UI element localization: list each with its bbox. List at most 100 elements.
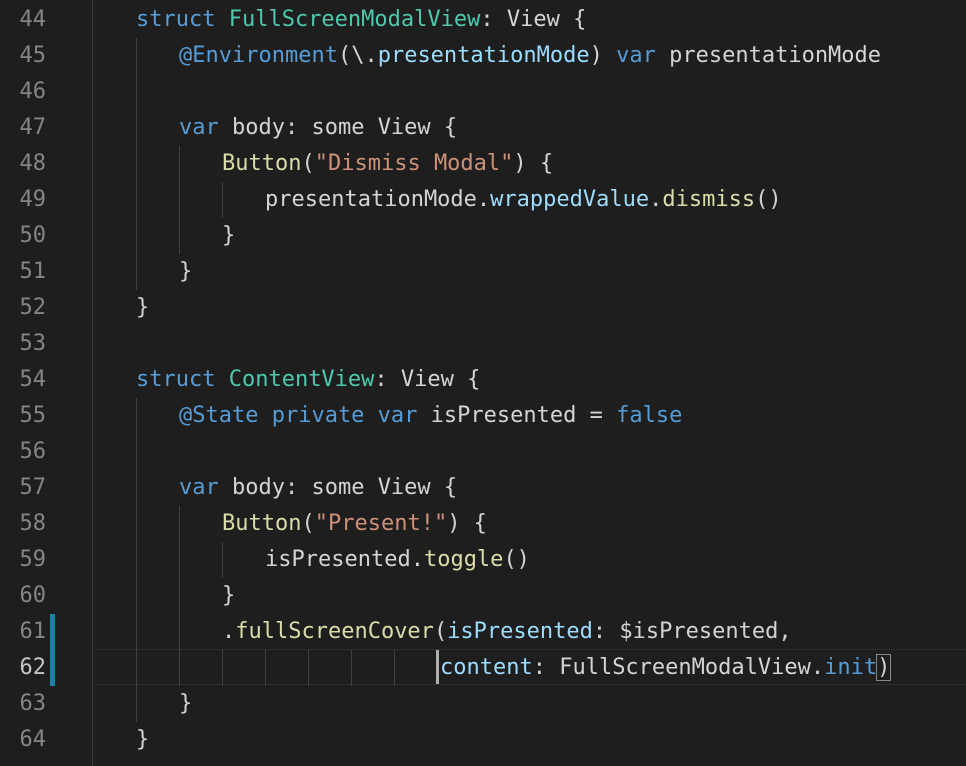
code-token: } bbox=[222, 223, 236, 248]
gutter-divider bbox=[92, 0, 93, 766]
code-token: body: some View { bbox=[218, 475, 458, 500]
line-number: 64 bbox=[19, 727, 47, 752]
indent-guide bbox=[136, 434, 137, 470]
code-line[interactable]: @State private var isPresented = false bbox=[179, 398, 682, 434]
indent-guide bbox=[265, 650, 266, 686]
code-line[interactable]: Button("Present!") { bbox=[222, 506, 487, 542]
line-number: 61 bbox=[19, 619, 47, 644]
code-token: . bbox=[222, 619, 236, 644]
code-token: init bbox=[824, 655, 878, 680]
indent-guide bbox=[136, 254, 137, 290]
indent-guide bbox=[179, 146, 180, 182]
code-line[interactable]: } bbox=[222, 578, 235, 614]
code-token: ) bbox=[589, 43, 617, 68]
code-line[interactable]: } bbox=[136, 290, 149, 326]
code-token: ( bbox=[301, 151, 315, 176]
indent-guide bbox=[179, 218, 180, 254]
line-number: 48 bbox=[19, 151, 47, 176]
line-number: 59 bbox=[19, 547, 47, 572]
indent-guide bbox=[179, 650, 180, 686]
indent-guide bbox=[136, 218, 137, 254]
code-line[interactable]: content: FullScreenModalView.init) bbox=[440, 650, 892, 686]
indent-guide bbox=[222, 650, 223, 686]
code-line[interactable]: } bbox=[179, 686, 192, 722]
code-token: Button bbox=[222, 151, 302, 176]
line-number: 63 bbox=[19, 691, 47, 716]
code-token: } bbox=[136, 727, 150, 752]
code-token: fullScreenCover bbox=[235, 619, 434, 644]
git-modified-marker[interactable] bbox=[50, 614, 55, 650]
line-number: 55 bbox=[19, 403, 47, 428]
line-number: 57 bbox=[19, 475, 47, 500]
code-line[interactable]: .fullScreenCover(isPresented: $isPresent… bbox=[222, 614, 792, 650]
indent-guide bbox=[179, 182, 180, 218]
line-number: 58 bbox=[19, 511, 47, 536]
code-token: isPresented bbox=[447, 619, 593, 644]
line-number: 50 bbox=[19, 223, 47, 248]
code-line[interactable]: @Environment(\.presentationMode) var pre… bbox=[179, 38, 881, 74]
code-token: : FullScreenModalView. bbox=[532, 655, 825, 680]
code-line[interactable]: Button("Dismiss Modal") { bbox=[222, 146, 553, 182]
code-token: ( bbox=[301, 511, 315, 536]
code-token: dismiss bbox=[662, 187, 756, 212]
indent-guide bbox=[222, 542, 223, 578]
code-token: var bbox=[179, 475, 219, 500]
code-token: wrappedValue bbox=[490, 187, 650, 212]
line-number: 51 bbox=[19, 259, 47, 284]
indent-guide bbox=[136, 38, 137, 74]
code-line[interactable]: } bbox=[222, 218, 235, 254]
line-number: 62 bbox=[19, 655, 47, 680]
indent-guide bbox=[394, 650, 395, 686]
code-token: } bbox=[179, 259, 193, 284]
line-number: 53 bbox=[19, 331, 47, 356]
code-line[interactable]: presentationMode.wrappedValue.dismiss() bbox=[265, 182, 782, 218]
code-token: body: some View { bbox=[218, 115, 458, 140]
code-token: struct bbox=[136, 7, 229, 32]
code-token: "Present!" bbox=[314, 511, 448, 536]
code-line[interactable]: } bbox=[179, 254, 192, 290]
indent-guide bbox=[179, 542, 180, 578]
code-token: @State private var bbox=[179, 403, 418, 428]
code-token: ( bbox=[433, 619, 448, 644]
indent-guide bbox=[136, 398, 137, 434]
indent-guide bbox=[308, 650, 309, 686]
git-modified-marker[interactable] bbox=[50, 650, 55, 686]
code-token: struct bbox=[136, 367, 229, 392]
indent-guide bbox=[222, 182, 223, 218]
indent-guide bbox=[136, 146, 137, 182]
code-token: : $isPresented, bbox=[592, 619, 792, 644]
line-number: 47 bbox=[19, 115, 47, 140]
code-token: ) { bbox=[447, 511, 487, 536]
code-editor[interactable]: 44 45 46 47 48 49 50 51 52 53 54 55 56 57 58 59 60 61 62 63… bbox=[0, 0, 966, 766]
code-token: () bbox=[503, 547, 530, 572]
code-token: : View { bbox=[480, 7, 587, 32]
code-line[interactable]: struct ContentView: View { bbox=[136, 362, 480, 398]
indent-guide bbox=[136, 182, 137, 218]
code-line[interactable]: isPresented.toggle() bbox=[265, 542, 530, 578]
indent-guide bbox=[136, 686, 137, 722]
indent-guide bbox=[351, 650, 352, 686]
indent-guide bbox=[136, 74, 137, 110]
code-line[interactable]: var body: some View { bbox=[179, 470, 457, 506]
indent-guide bbox=[136, 614, 137, 650]
line-number: 44 bbox=[19, 7, 47, 32]
code-token: presentationMode bbox=[655, 43, 882, 68]
line-number: 49 bbox=[19, 187, 47, 212]
code-token: () bbox=[755, 187, 782, 212]
code-line[interactable]: var body: some View { bbox=[179, 110, 457, 146]
indent-guide bbox=[136, 506, 137, 542]
code-token: content bbox=[440, 655, 533, 680]
code-token: presentationMode bbox=[377, 43, 590, 68]
code-token: . bbox=[649, 187, 663, 212]
indent-guide bbox=[179, 614, 180, 650]
code-line[interactable]: } bbox=[136, 722, 149, 758]
indent-guide bbox=[136, 470, 137, 506]
line-number: 60 bbox=[19, 583, 47, 608]
line-number: 54 bbox=[19, 367, 47, 392]
code-line[interactable]: struct FullScreenModalView: View { bbox=[136, 2, 586, 38]
code-token: FullScreenModalView bbox=[228, 7, 481, 32]
indent-guide bbox=[136, 110, 137, 146]
code-token: var bbox=[179, 115, 219, 140]
line-number-gutter: 44 45 46 47 48 49 50 51 52 53 54 55 56 57 58 59 60 61 62 63… bbox=[0, 0, 92, 766]
code-token: isPresented = bbox=[417, 403, 617, 428]
